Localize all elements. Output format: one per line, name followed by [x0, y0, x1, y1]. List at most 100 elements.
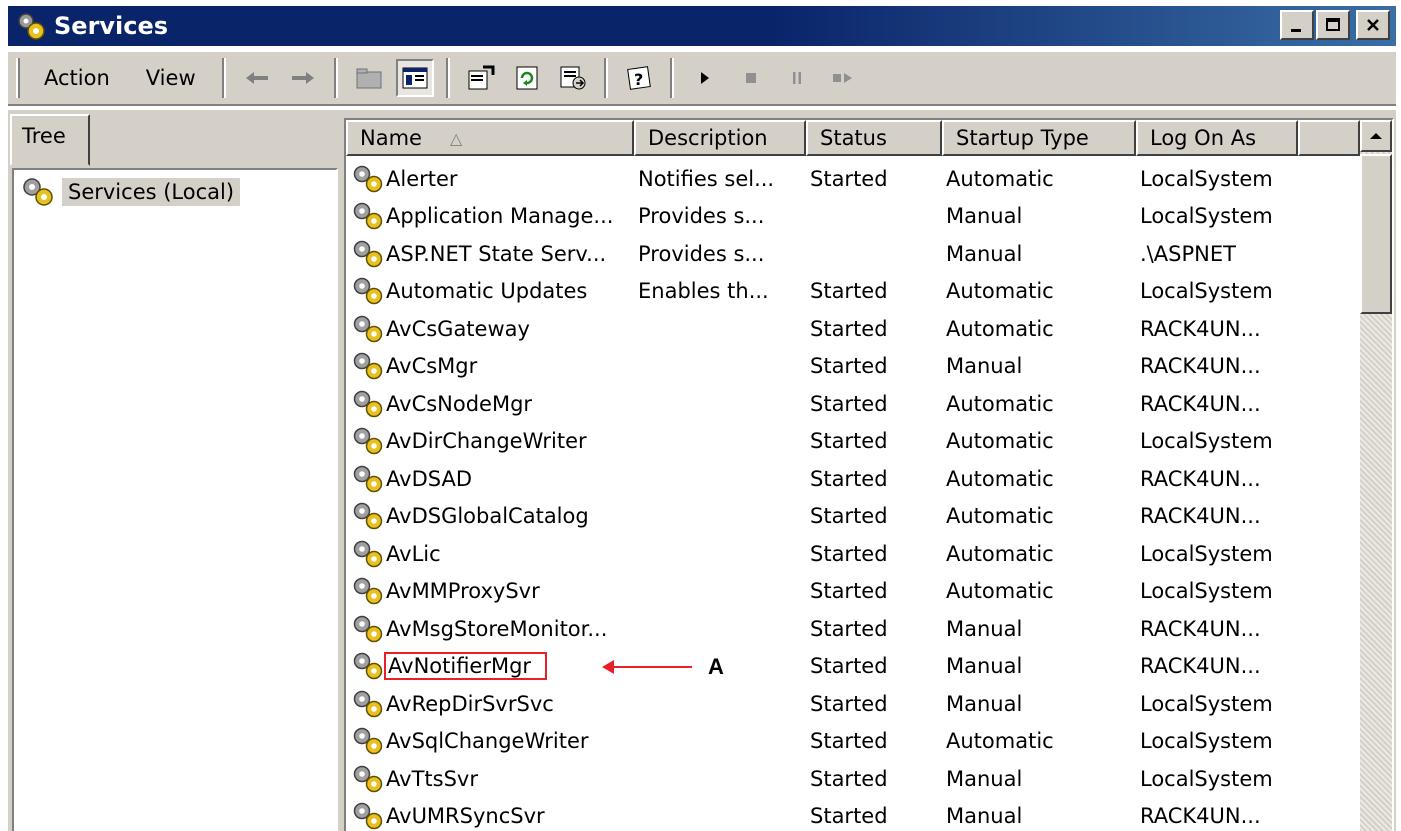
service-gear-icon [353, 765, 383, 792]
help-button[interactable]: ? [620, 59, 658, 97]
cell-name: AvCsNodeMgr [346, 389, 634, 419]
table-row[interactable]: AvUMRSyncSvr Started Manual RACK4UN... [346, 798, 1360, 831]
cell-startup-type: Automatic [946, 504, 1054, 529]
cell-log-on-as: LocalSystem [1140, 729, 1273, 754]
service-name: AvDSAD [386, 466, 472, 491]
service-name: AvCsNodeMgr [386, 391, 533, 416]
cell-status: Started [810, 579, 888, 604]
tree-item-services-local[interactable]: Services (Local) [20, 176, 241, 208]
table-row[interactable]: Application Manage... Provides s... Manual… [346, 198, 1360, 236]
table-row[interactable]: AvCsNodeMgr Started Automatic RACK4UN... [346, 385, 1360, 423]
forward-button[interactable] [284, 59, 322, 97]
cell-name: AvDirChangeWriter [346, 426, 634, 456]
cell-description: Provides s... [638, 204, 765, 229]
cell-log-on-as: RACK4UN... [1140, 804, 1261, 829]
table-row[interactable]: AvCsMgr Started Manual RACK4UN... [346, 348, 1360, 386]
cell-status: Started [810, 166, 888, 191]
cell-startup-type: Manual [946, 204, 1023, 229]
service-name: ASP.NET State Serv... [386, 241, 607, 266]
properties-button[interactable] [462, 59, 500, 97]
cell-log-on-as: RACK4UN... [1140, 354, 1261, 379]
stop-service-button[interactable] [732, 59, 770, 97]
properties-icon [468, 65, 495, 90]
cell-name: AvMsgStoreMonitor... [346, 614, 634, 644]
show-hide-tree-icon [402, 67, 428, 89]
table-row[interactable]: Automatic Updates Enables th... Started Aut… [346, 273, 1360, 311]
cell-name: AvRepDirSvrSvc [346, 689, 634, 719]
table-row[interactable]: AvTtsSvr Started Manual LocalSystem [346, 760, 1360, 798]
column-header-description[interactable]: Description [634, 120, 806, 156]
menu-action[interactable]: Action [26, 66, 128, 90]
cell-status: Started [810, 691, 888, 716]
service-name: AvCsGateway [386, 316, 530, 341]
minimize-button[interactable] [1280, 10, 1314, 40]
export-list-button[interactable] [554, 59, 592, 97]
refresh-button[interactable] [508, 59, 546, 97]
start-service-button[interactable] [686, 59, 724, 97]
service-name: AvLic [386, 541, 441, 566]
cell-name: AvDSAD [346, 464, 634, 494]
cell-name: AvLic [346, 539, 634, 569]
column-header-name[interactable]: Name △ [346, 120, 634, 156]
cell-log-on-as: LocalSystem [1140, 279, 1273, 304]
scroll-up-icon [1370, 133, 1382, 139]
cell-status: Started [810, 654, 888, 679]
cell-status: Started [810, 729, 888, 754]
cell-status: Started [810, 279, 888, 304]
window-title: Services [54, 12, 169, 40]
service-name: AvMsgStoreMonitor... [386, 616, 608, 641]
cell-log-on-as: RACK4UN... [1140, 391, 1261, 416]
table-row[interactable]: AvLic Started Automatic LocalSystem [346, 535, 1360, 573]
cell-startup-type: Automatic [946, 391, 1054, 416]
restart-service-icon [832, 73, 852, 83]
close-button[interactable] [1356, 10, 1390, 40]
service-name: AvMMProxySvr [386, 579, 540, 604]
cell-status: Started [810, 616, 888, 641]
toolbar-grip[interactable] [16, 58, 20, 98]
table-row[interactable]: AvDSGlobalCatalog Started Automatic RACK4UN… [346, 498, 1360, 536]
column-header-label: Name [360, 126, 422, 150]
service-name: AvUMRSyncSvr [386, 804, 545, 829]
menu-view[interactable]: View [128, 66, 214, 90]
tree-panel: Services (Local) [12, 168, 338, 831]
table-row[interactable]: AvMMProxySvr Started Automatic LocalSystem [346, 573, 1360, 611]
cell-startup-type: Automatic [946, 166, 1054, 191]
table-row[interactable]: AvSqlChangeWriter Started Automatic LocalSy… [346, 723, 1360, 761]
cell-name: AvTtsSvr [346, 764, 634, 794]
annotation-arrow [602, 659, 692, 674]
scroll-up-button[interactable] [1360, 120, 1392, 152]
scroll-thumb[interactable] [1360, 154, 1392, 314]
column-header-status[interactable]: Status [806, 120, 942, 156]
cell-name: AvMMProxySvr [346, 576, 634, 606]
table-row[interactable]: AvMsgStoreMonitor... Started Manual RACK4UN… [346, 610, 1360, 648]
cell-name: Alerter [346, 164, 634, 194]
maximize-button[interactable] [1316, 10, 1350, 40]
show-hide-tree-button[interactable] [395, 59, 434, 97]
vertical-scrollbar[interactable] [1360, 120, 1392, 831]
cell-name: Automatic Updates [346, 276, 634, 306]
table-row[interactable]: AvNotifierMgr Started Manual RACK4UN... A [346, 648, 1360, 686]
service-gear-icon [353, 315, 383, 342]
pause-service-button[interactable] [778, 59, 816, 97]
pause-service-icon [792, 72, 801, 84]
cell-log-on-as: RACK4UN... [1140, 316, 1261, 341]
tab-tree[interactable]: Tree [10, 114, 90, 166]
table-row[interactable]: ASP.NET State Serv... Provides s... Manual… [346, 235, 1360, 273]
title-bar: Services [8, 6, 1396, 46]
console-body: Tree Services (Local) Name △ Description… [8, 110, 1396, 831]
table-row[interactable]: Alerter Notifies sel... Started Automatic Lo… [346, 160, 1360, 198]
up-folder-button[interactable] [350, 59, 388, 97]
table-row[interactable]: AvRepDirSvrSvc Started Manual LocalSystem [346, 685, 1360, 723]
cell-startup-type: Manual [946, 616, 1023, 641]
toolbar-separator [445, 58, 450, 98]
back-button[interactable] [238, 59, 276, 97]
column-header-startup-type[interactable]: Startup Type [942, 120, 1136, 156]
svg-text:?: ? [634, 70, 643, 89]
column-header-log-on-as[interactable]: Log On As [1136, 120, 1298, 156]
cell-log-on-as: RACK4UN... [1140, 616, 1261, 641]
table-row[interactable]: AvDirChangeWriter Started Automatic LocalSy… [346, 423, 1360, 461]
table-row[interactable]: AvCsGateway Started Automatic RACK4UN... [346, 310, 1360, 348]
cell-log-on-as: RACK4UN... [1140, 654, 1261, 679]
table-row[interactable]: AvDSAD Started Automatic RACK4UN... [346, 460, 1360, 498]
restart-service-button[interactable] [824, 59, 862, 97]
